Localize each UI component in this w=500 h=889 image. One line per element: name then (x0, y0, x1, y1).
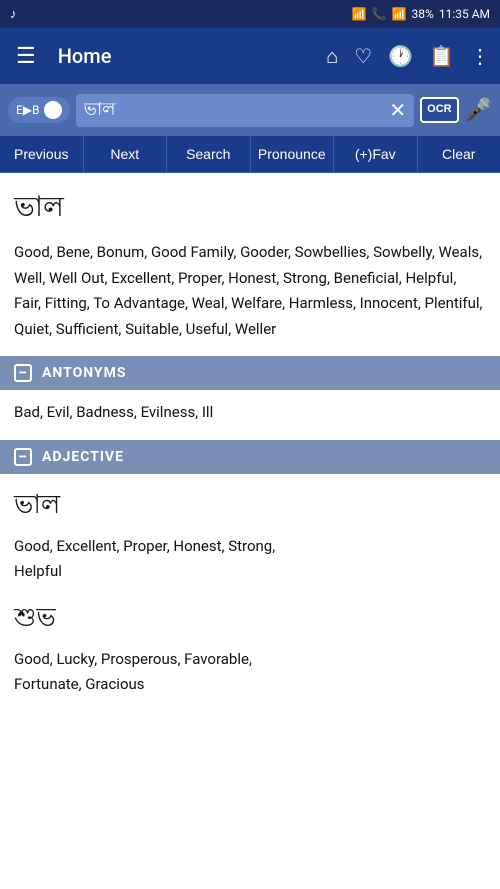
action-bar: Previous Next Search Pronounce (+)Fav Cl… (0, 136, 500, 173)
nav-title: Home (58, 44, 316, 68)
previous-button[interactable]: Previous (0, 136, 84, 172)
main-word: ভাল (14, 185, 486, 232)
adj-meanings-2: Good, Lucky, Prosperous, Favorable,Fortu… (14, 647, 486, 698)
adjective-header[interactable]: − ADJECTIVE (0, 440, 500, 474)
nav-icons: ⌂ ♡ 🕐 📋 ⋮ (326, 44, 490, 69)
search-clear-button[interactable]: ✕ (389, 98, 406, 123)
main-content: ভাল Good, Bene, Bonum, Good Family, Good… (0, 173, 500, 722)
lang-label: E▶B (16, 103, 40, 117)
search-button[interactable]: Search (167, 136, 251, 172)
adj-word-2: শুভ (14, 597, 486, 641)
pronounce-button[interactable]: Pronounce (251, 136, 335, 172)
search-input[interactable] (84, 100, 384, 121)
antonyms-collapse-icon[interactable]: − (14, 364, 32, 382)
wifi-icon: 📶 (352, 7, 367, 21)
antonyms-header-label: ANTONYMS (42, 365, 126, 381)
adj-word-1: ভাল (14, 484, 486, 528)
home-icon[interactable]: ⌂ (326, 44, 338, 69)
history-icon[interactable]: 🕐 (388, 44, 413, 68)
hamburger-icon[interactable]: ☰ (10, 38, 42, 75)
search-input-wrap: ✕ (76, 94, 415, 127)
next-button[interactable]: Next (84, 136, 168, 172)
adj-meanings-1: Good, Excellent, Proper, Honest, Strong,… (14, 534, 486, 585)
more-icon[interactable]: ⋮ (470, 44, 490, 68)
antonyms-list: Bad, Evil, Badness, Evilness, Ill (14, 400, 486, 426)
favorite-icon[interactable]: ♡ (354, 44, 372, 68)
adjective-section: − ADJECTIVE ভাল Good, Excellent, Proper,… (14, 440, 486, 698)
main-meanings: Good, Bene, Bonum, Good Family, Gooder, … (14, 240, 486, 342)
antonyms-section: − ANTONYMS Bad, Evil, Badness, Evilness,… (14, 356, 486, 426)
adjective-header-label: ADJECTIVE (42, 449, 124, 465)
adjective-collapse-icon[interactable]: − (14, 448, 32, 466)
time-text: 11:35 AM (439, 7, 490, 21)
lang-toggle[interactable]: E▶B (8, 97, 70, 123)
signal-icon: 📶 (392, 7, 407, 21)
clear-button[interactable]: Clear (418, 136, 500, 172)
antonyms-header[interactable]: − ANTONYMS (0, 356, 500, 390)
toggle-ball (44, 101, 62, 119)
status-right-icons: 📶 📞 📶 38% 11:35 AM (352, 7, 490, 21)
status-music-icon: ♪ (10, 6, 17, 22)
mic-icon[interactable]: 🎤 (465, 98, 492, 123)
status-bar: ♪ 📶 📞 📶 38% 11:35 AM (0, 0, 500, 28)
top-nav: ☰ Home ⌂ ♡ 🕐 📋 ⋮ (0, 28, 500, 84)
phone-icon: 📞 (372, 7, 387, 21)
clipboard-icon[interactable]: 📋 (429, 44, 454, 68)
ocr-button[interactable]: OCR (420, 97, 458, 122)
search-bar: E▶B ✕ OCR 🎤 (0, 84, 500, 136)
fav-button[interactable]: (+)Fav (334, 136, 418, 172)
battery-text: 38% (412, 7, 434, 21)
